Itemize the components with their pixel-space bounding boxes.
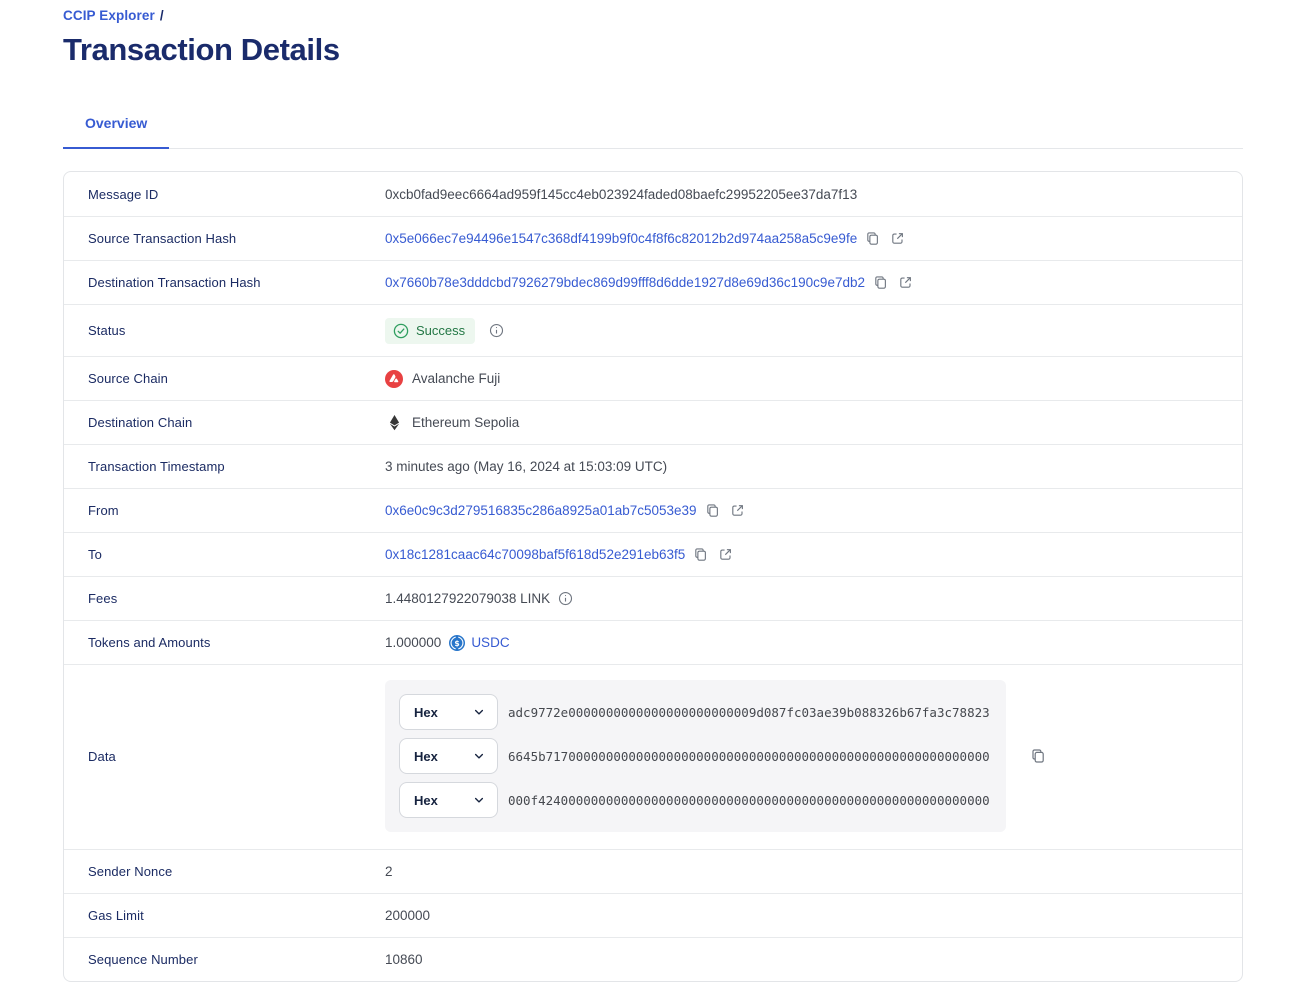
chevron-down-icon — [473, 750, 485, 762]
sender-nonce-value: 2 — [385, 864, 1242, 879]
data-panel: Hex adc9772e0000000000000000000000009d08… — [385, 680, 1006, 832]
row-fees: Fees 1.4480127922079038 LINK — [64, 576, 1242, 620]
message-id-value: 0xcb0fad9eec6664ad959f145cc4eb023924fade… — [385, 187, 1242, 202]
row-to: To 0x18c1281caac64c70098baf5f618d52e291e… — [64, 532, 1242, 576]
token-symbol: USDC — [471, 635, 509, 650]
chevron-down-icon — [473, 706, 485, 718]
copy-icon[interactable] — [705, 503, 720, 518]
row-timestamp: Transaction Timestamp 3 minutes ago (May… — [64, 444, 1242, 488]
source-chain-label: Source Chain — [88, 371, 385, 386]
status-badge-text: Success — [416, 323, 465, 338]
destination-chain-value: Ethereum Sepolia — [385, 414, 519, 431]
to-label: To — [88, 547, 385, 562]
copy-icon[interactable] — [873, 275, 888, 290]
row-destination-chain: Destination Chain Ethereum Sepolia — [64, 400, 1242, 444]
breadcrumb-link-ccip-explorer[interactable]: CCIP Explorer — [63, 8, 155, 23]
transaction-details-card: Message ID 0xcb0fad9eec6664ad959f145cc4e… — [63, 171, 1243, 982]
chevron-down-icon — [473, 794, 485, 806]
source-chain-value: Avalanche Fuji — [385, 370, 500, 388]
gas-limit-label: Gas Limit — [88, 908, 385, 923]
source-tx-hash-link[interactable]: 0x5e066ec7e94496e1547c368df4199b9f0c4f8f… — [385, 231, 857, 246]
page-title: Transaction Details — [63, 32, 1243, 68]
gas-limit-value: 200000 — [385, 908, 1242, 923]
row-from: From 0x6e0c9c3d279516835c286a8925a01ab7c… — [64, 488, 1242, 532]
row-tokens-and-amounts: Tokens and Amounts 1.000000 $ USDC — [64, 620, 1242, 664]
data-line: Hex adc9772e0000000000000000000000009d08… — [399, 694, 992, 730]
destination-chain-label: Destination Chain — [88, 415, 385, 430]
info-icon[interactable] — [489, 323, 504, 338]
row-gas-limit: Gas Limit 200000 — [64, 893, 1242, 937]
sequence-number-value: 10860 — [385, 952, 1242, 967]
row-source-chain: Source Chain Avalanche Fuji — [64, 356, 1242, 400]
source-tx-hash-label: Source Transaction Hash — [88, 231, 385, 246]
fees-label: Fees — [88, 591, 385, 606]
timestamp-value: 3 minutes ago (May 16, 2024 at 15:03:09 … — [385, 459, 1242, 474]
from-label: From — [88, 503, 385, 518]
row-sender-nonce: Sender Nonce 2 — [64, 849, 1242, 893]
page-container: CCIP Explorer / Transaction Details Overv… — [63, 0, 1243, 982]
external-link-icon[interactable] — [898, 275, 913, 290]
copy-icon[interactable] — [1030, 748, 1046, 764]
destination-tx-hash-label: Destination Transaction Hash — [88, 275, 385, 290]
to-address-link[interactable]: 0x18c1281caac64c70098baf5f618d52e291eb63… — [385, 547, 685, 562]
avalanche-icon — [385, 370, 403, 388]
row-data: Data Hex adc9772e00000000000000000000000… — [64, 664, 1242, 849]
source-chain-name: Avalanche Fuji — [412, 371, 500, 386]
data-format-value: Hex — [414, 705, 438, 720]
row-message-id: Message ID 0xcb0fad9eec6664ad959f145cc4e… — [64, 172, 1242, 216]
external-link-icon[interactable] — [718, 547, 733, 562]
status-badge: Success — [385, 318, 475, 344]
token-link[interactable]: $ USDC — [449, 635, 509, 651]
usdc-icon: $ — [449, 635, 465, 651]
data-line: Hex 6645b7170000000000000000000000000000… — [399, 738, 992, 774]
data-label: Data — [88, 749, 385, 764]
row-status: Status Success — [64, 304, 1242, 356]
data-format-select[interactable]: Hex — [399, 694, 498, 730]
breadcrumb: CCIP Explorer / — [63, 8, 1243, 23]
data-format-value: Hex — [414, 793, 438, 808]
from-address-link[interactable]: 0x6e0c9c3d279516835c286a8925a01ab7c5053e… — [385, 503, 697, 518]
ethereum-icon — [385, 414, 403, 431]
message-id-label: Message ID — [88, 187, 385, 202]
data-line: Hex 000f42400000000000000000000000000000… — [399, 782, 992, 818]
copy-icon[interactable] — [865, 231, 880, 246]
breadcrumb-separator: / — [160, 8, 164, 23]
destination-tx-hash-link[interactable]: 0x7660b78e3dddcbd7926279bdec869d99fff8d6… — [385, 275, 865, 290]
fees-value: 1.4480127922079038 LINK — [385, 591, 550, 606]
row-source-tx-hash: Source Transaction Hash 0x5e066ec7e94496… — [64, 216, 1242, 260]
data-hex-line: 6645b71700000000000000000000000000000000… — [508, 749, 990, 764]
data-format-select[interactable]: Hex — [399, 782, 498, 818]
destination-chain-name: Ethereum Sepolia — [412, 415, 519, 430]
svg-text:$: $ — [455, 638, 460, 647]
check-circle-icon — [393, 323, 409, 339]
data-format-value: Hex — [414, 749, 438, 764]
copy-icon[interactable] — [693, 547, 708, 562]
row-sequence-number: Sequence Number 10860 — [64, 937, 1242, 981]
data-hex-line: 000f424000000000000000000000000000000000… — [508, 793, 990, 808]
sequence-number-label: Sequence Number — [88, 952, 385, 967]
external-link-icon[interactable] — [730, 503, 745, 518]
tokens-label: Tokens and Amounts — [88, 635, 385, 650]
timestamp-label: Transaction Timestamp — [88, 459, 385, 474]
external-link-icon[interactable] — [890, 231, 905, 246]
tab-bar: Overview — [63, 115, 1243, 149]
row-destination-tx-hash: Destination Transaction Hash 0x7660b78e3… — [64, 260, 1242, 304]
data-hex-line: adc9772e0000000000000000000000009d087fc0… — [508, 705, 990, 720]
sender-nonce-label: Sender Nonce — [88, 864, 385, 879]
status-label: Status — [88, 323, 385, 338]
tab-overview[interactable]: Overview — [63, 115, 169, 149]
token-amount: 1.000000 — [385, 635, 441, 650]
data-format-select[interactable]: Hex — [399, 738, 498, 774]
info-icon[interactable] — [558, 591, 573, 606]
